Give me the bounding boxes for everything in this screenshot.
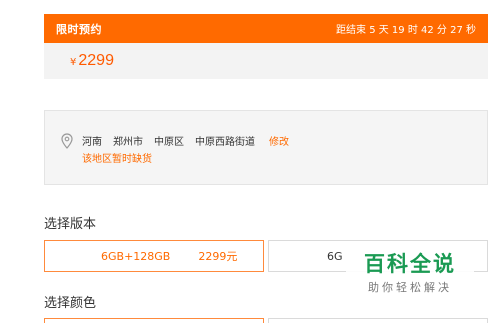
watermark-logo: 百科全说 助你轻松解决: [346, 244, 474, 296]
version-spec: 6G: [327, 249, 343, 263]
address-city: 郑州市: [113, 137, 143, 148]
promo-bar: 限时预约 距结束 5 天 19 时 42 分 27 秒: [44, 14, 488, 43]
watermark-subtitle: 助你轻松解决: [368, 281, 452, 294]
price-currency: ¥: [70, 56, 77, 68]
color-option-2[interactable]: [268, 318, 488, 323]
stock-status: 该地区暂时缺货: [82, 154, 152, 165]
price-panel: ¥ 2299: [44, 43, 488, 79]
version-option-6gb-128gb[interactable]: 6GB+128GB 2299元: [44, 240, 264, 272]
price-value: 2299: [78, 52, 114, 69]
address-province: 河南: [82, 137, 102, 148]
version-spec: 6GB+128GB: [101, 249, 171, 263]
version-section-title: 选择版本: [44, 217, 97, 232]
color-option-1[interactable]: [44, 318, 264, 323]
delivery-address-box: 河南 郑州市 中原区 中原西路街道 修改 该地区暂时缺货: [44, 110, 488, 185]
promo-title: 限时预约: [56, 22, 102, 36]
address-line: 河南 郑州市 中原区 中原西路街道 修改: [82, 133, 289, 148]
promo-countdown: 距结束 5 天 19 时 42 分 27 秒: [336, 25, 476, 36]
address-street: 中原西路街道: [195, 137, 255, 148]
version-price: 2299元: [198, 250, 238, 263]
edit-address-link[interactable]: 修改: [269, 133, 289, 148]
watermark-title: 百科全说: [364, 252, 456, 276]
location-pin-icon: [61, 133, 73, 149]
address-district: 中原区: [154, 137, 184, 148]
color-section-title: 选择颜色: [44, 296, 97, 311]
